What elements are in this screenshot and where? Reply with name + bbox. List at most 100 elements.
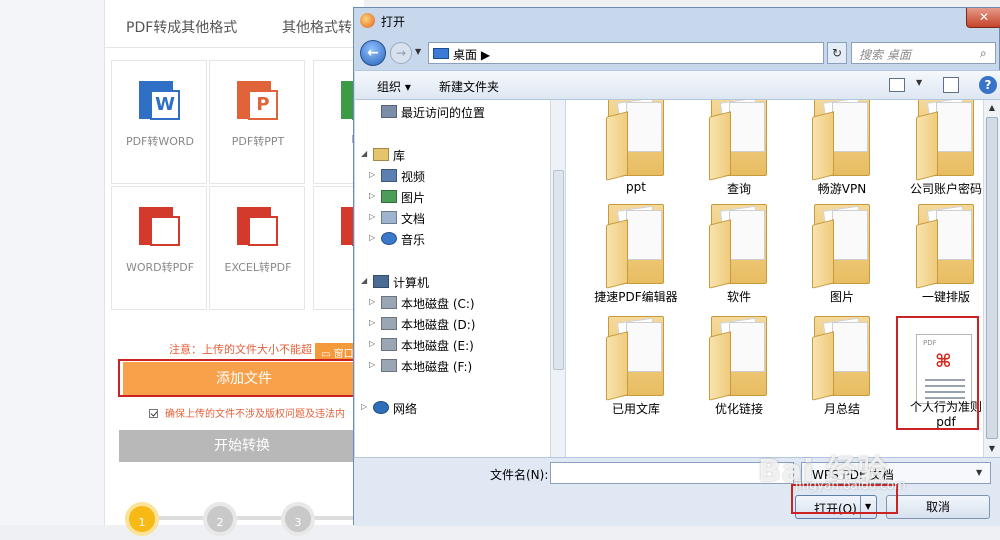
folder-item[interactable]: 月总结 bbox=[794, 314, 890, 424]
folder-icon bbox=[707, 100, 771, 181]
expand-arrow-icon[interactable]: ▷ bbox=[361, 402, 367, 411]
folder-item[interactable]: 图片 bbox=[794, 202, 890, 312]
folder-label: 查询 bbox=[726, 182, 751, 196]
conversion-card[interactable]: W PDF转WORD bbox=[111, 60, 207, 184]
folder-icon bbox=[810, 202, 874, 289]
conversion-card[interactable]: EXCEL转PDF bbox=[209, 186, 305, 310]
organize-button[interactable]: 组织 ▾ bbox=[377, 78, 411, 95]
folder-label: 已用文库 bbox=[611, 402, 660, 416]
copyright-agreement[interactable]: 确保上传的文件不涉及版权问题及违法内 bbox=[149, 405, 345, 420]
conversion-card-label: PDF转WORD bbox=[125, 135, 195, 148]
folder-item[interactable]: 畅游VPN bbox=[794, 100, 890, 204]
expand-arrow-icon[interactable]: ▷ bbox=[369, 212, 375, 221]
open-file-dialog: 打开 ✕ ← → ▼ 桌面 ▶ ▼ ↻ 搜索 桌面 ⌕ 组织 ▾ 新建文件夹 ▼… bbox=[353, 7, 1000, 526]
address-bar-row: ← → ▼ 桌面 ▶ ▼ ↻ 搜索 桌面 ⌕ bbox=[354, 34, 1000, 70]
cancel-button[interactable]: 取消 bbox=[886, 495, 990, 519]
view-dropdown-icon[interactable]: ▼ bbox=[916, 78, 922, 87]
library-icon bbox=[373, 148, 389, 161]
highlight-pdf-file bbox=[896, 316, 979, 430]
folder-item[interactable]: 捷速PDF编辑器 bbox=[588, 202, 684, 312]
nav-item-label: 库 bbox=[393, 149, 406, 163]
watermark-url: jingyan.baidu.com bbox=[795, 478, 906, 492]
scroll-down-icon[interactable]: ▼ bbox=[984, 441, 1000, 457]
address-path[interactable]: 桌面 ▶ bbox=[453, 46, 490, 63]
folder-item[interactable]: 已用文库 bbox=[588, 314, 684, 424]
back-arrow-icon[interactable]: ← bbox=[360, 40, 386, 66]
folder-label: ppt bbox=[626, 180, 646, 194]
folder-label: 一键排版 bbox=[921, 290, 970, 304]
drive-icon bbox=[381, 359, 397, 372]
folder-icon bbox=[604, 314, 668, 401]
agreement-text: 确保上传的文件不涉及版权问题及违法内 bbox=[165, 409, 345, 420]
refresh-icon[interactable]: ↻ bbox=[827, 42, 847, 64]
left-margin bbox=[0, 0, 104, 525]
folder-item[interactable]: 优化链接 bbox=[691, 314, 787, 424]
nav-item-label: 计算机 bbox=[393, 276, 430, 290]
tab-pdf-to-other[interactable]: PDF转成其他格式 bbox=[126, 17, 237, 37]
nav-scrollbar[interactable] bbox=[550, 100, 565, 457]
expand-arrow-icon[interactable]: ▷ bbox=[369, 297, 375, 306]
navigation-pane: 最近访问的位置 ◢ 库 ▷ 视频 ▷ 图片 ▷ 文档 ▷ 音乐 ◢ 计算机 ▷ 本地磁盘 (C:) ▷ 本地磁盘… bbox=[355, 100, 550, 457]
network-icon bbox=[373, 401, 389, 414]
folder-label: 软件 bbox=[726, 290, 751, 304]
ppt-icon: P bbox=[235, 77, 281, 123]
word-icon: W bbox=[137, 77, 183, 123]
start-convert-button[interactable]: 开始转换 bbox=[119, 430, 365, 462]
filetype-dropdown-icon[interactable]: ▼ bbox=[976, 468, 982, 477]
expand-arrow-icon[interactable]: ▷ bbox=[369, 170, 375, 179]
tab-other-to-pdf[interactable]: 其他格式转 bbox=[282, 17, 352, 37]
nav-item-label: 本地磁盘 (D:) bbox=[401, 318, 476, 332]
folder-label: 畅游VPN bbox=[817, 182, 867, 196]
expand-arrow-icon[interactable]: ▷ bbox=[369, 318, 375, 327]
folder-label: 公司账户密码 bbox=[909, 182, 982, 196]
agreement-checkbox[interactable] bbox=[149, 409, 158, 418]
conversion-card-label: EXCEL转PDF bbox=[224, 261, 292, 274]
computer-icon bbox=[373, 275, 389, 288]
history-dropdown-icon[interactable]: ▼ bbox=[415, 47, 421, 56]
help-icon[interactable]: ? bbox=[979, 76, 997, 94]
folder-icon bbox=[707, 202, 771, 289]
app-icon bbox=[360, 13, 375, 28]
forward-arrow-icon[interactable]: → bbox=[390, 42, 412, 64]
music-library-icon bbox=[381, 232, 397, 245]
nav-scroll-thumb[interactable] bbox=[553, 170, 564, 370]
view-mode-icon[interactable] bbox=[889, 78, 905, 92]
scroll-thumb[interactable] bbox=[986, 117, 998, 439]
folder-item[interactable]: 一键排版 bbox=[898, 202, 983, 312]
recent-places-icon bbox=[381, 105, 397, 118]
scroll-up-icon[interactable]: ▲ bbox=[984, 100, 1000, 116]
step-progress-line bbox=[125, 516, 365, 520]
folder-icon bbox=[914, 100, 978, 181]
expand-arrow-icon[interactable]: ▷ bbox=[369, 360, 375, 369]
file-list-scrollbar[interactable]: ▲ ▼ bbox=[983, 100, 1000, 457]
new-folder-button[interactable]: 新建文件夹 bbox=[439, 78, 499, 95]
folder-icon bbox=[604, 100, 668, 181]
address-field[interactable]: 桌面 ▶ ▼ bbox=[428, 42, 887, 64]
expand-arrow-icon[interactable]: ◢ bbox=[361, 276, 367, 285]
folder-item[interactable]: ppt bbox=[588, 100, 684, 204]
desktop-icon bbox=[433, 48, 449, 59]
folder-label: 优化链接 bbox=[714, 402, 763, 416]
nav-item-label: 网络 bbox=[393, 402, 418, 416]
document-library-icon bbox=[381, 211, 397, 224]
folder-item[interactable]: 公司账户密码 bbox=[898, 100, 983, 204]
conversion-card[interactable]: P PDF转PPT bbox=[209, 60, 305, 184]
expand-arrow-icon[interactable]: ▷ bbox=[369, 233, 375, 242]
expand-arrow-icon[interactable]: ▷ bbox=[369, 339, 375, 348]
folder-item[interactable]: 查询 bbox=[691, 100, 787, 204]
conversion-card-label: PDF转PPT bbox=[231, 135, 285, 148]
conversion-card[interactable]: WORD转PDF bbox=[111, 186, 207, 310]
folder-icon bbox=[810, 100, 874, 181]
expand-arrow-icon[interactable]: ▷ bbox=[369, 191, 375, 200]
search-input[interactable]: 搜索 桌面 ⌕ bbox=[851, 42, 996, 64]
pdf-icon bbox=[235, 203, 281, 249]
folder-icon bbox=[914, 202, 978, 289]
preview-pane-icon[interactable] bbox=[943, 77, 959, 93]
folder-item[interactable]: 软件 bbox=[691, 202, 787, 312]
search-placeholder: 搜索 桌面 bbox=[859, 48, 911, 62]
nav-item-label: 音乐 bbox=[401, 233, 426, 247]
nav-item-label: 文档 bbox=[401, 212, 426, 226]
close-button[interactable]: ✕ bbox=[966, 8, 1000, 28]
expand-arrow-icon[interactable]: ◢ bbox=[361, 149, 367, 158]
step-1: 1 bbox=[125, 502, 159, 536]
